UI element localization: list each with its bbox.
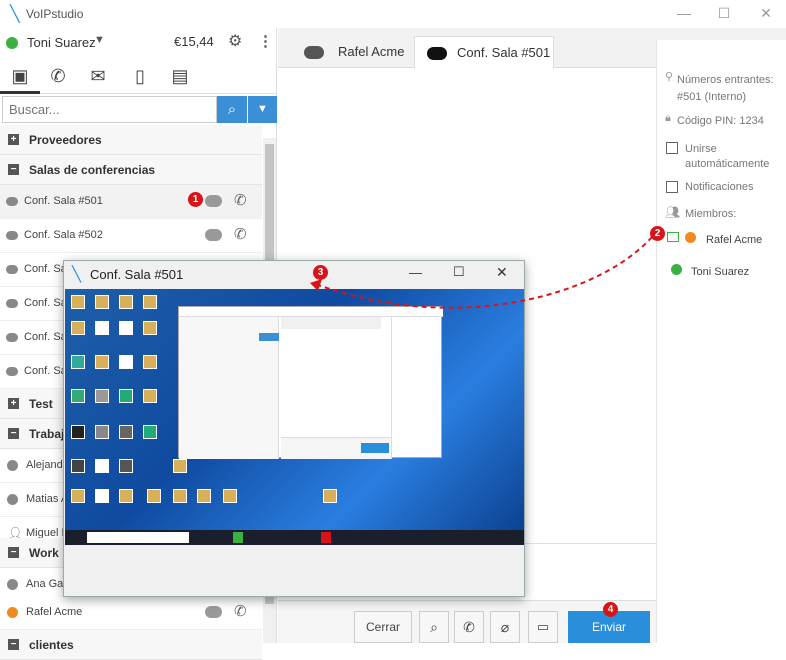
group-label: clientes	[29, 638, 74, 652]
auto-join-label: Unirse automáticamente	[685, 143, 770, 170]
step-badge-1: 1	[188, 192, 203, 207]
step-badge-3: 3	[313, 265, 328, 280]
list-item[interactable]: Conf. Sala #501 ✆	[0, 185, 262, 219]
user-name[interactable]: Toni Suarez	[27, 35, 96, 50]
step-badge-2: 2	[650, 226, 665, 241]
minimize-button[interactable]: —	[664, 2, 704, 24]
status-icon	[7, 494, 18, 505]
tab-rafel-acme[interactable]: Rafel Acme	[288, 36, 408, 68]
search-icon[interactable]: ⌕	[217, 96, 247, 123]
expand-icon: +	[8, 398, 19, 409]
popup-title: Conf. Sala #501	[90, 267, 184, 282]
balance: €15,44	[174, 34, 214, 49]
online-status-icon	[671, 264, 682, 275]
tab-label: Rafel Acme	[338, 44, 405, 59]
away-status-icon	[685, 232, 696, 243]
chat-bubble-icon	[6, 299, 18, 308]
status-icon	[7, 579, 18, 590]
attach-icon[interactable]: ⌀	[490, 611, 520, 643]
lock-icon: 🔒︎	[665, 112, 671, 124]
search-input[interactable]	[2, 96, 217, 123]
group-proveedores[interactable]: + Proveedores	[0, 125, 262, 155]
member-toni: Toni Suarez	[691, 266, 750, 278]
tab-conf-sala-501[interactable]: Conf. Sala #501	[414, 36, 554, 69]
members-label: Miembros:	[685, 208, 737, 220]
chat-bubble-icon	[6, 367, 18, 376]
close-window-button[interactable]: ✕	[746, 2, 786, 24]
group-label: Work	[29, 546, 59, 560]
chat-icon[interactable]	[205, 195, 222, 207]
pin-code: Código PIN: 1234	[677, 115, 764, 127]
mail-tab-icon[interactable]: ✉	[78, 58, 118, 94]
fax-tab-icon[interactable]: ▤	[160, 58, 200, 94]
chat-bubble-icon	[304, 46, 324, 59]
tab-label: Conf. Sala #501	[457, 45, 551, 60]
chat-icon[interactable]	[205, 229, 222, 241]
search-row: ⌕ ▼	[0, 95, 277, 125]
pin-location-icon: ⚲	[665, 71, 674, 83]
notifications-checkbox[interactable]	[666, 181, 678, 193]
info-panel: ⚲ Números entrantes: #501 (Interno) 🔒︎ C…	[656, 40, 786, 643]
more-options-icon[interactable]: ⋮	[258, 32, 273, 50]
room-name: Conf. Sala #502	[24, 229, 103, 241]
collapse-icon: −	[8, 428, 19, 439]
contact-name: Rafel Acme	[26, 606, 83, 618]
chat-bubble-icon	[6, 333, 18, 342]
phone-icon[interactable]: ✆	[454, 611, 484, 643]
chevron-down-icon[interactable]: ▼	[94, 34, 105, 46]
list-item[interactable]: Conf. Sala #502 ✆	[0, 219, 262, 253]
away-status-icon	[7, 607, 18, 618]
members-icon: 👥︎	[665, 205, 681, 219]
step-badge-4: 4	[603, 602, 618, 617]
close-button[interactable]: Cerrar	[354, 611, 412, 643]
chevron-down-icon[interactable]: ▼	[248, 96, 277, 123]
status-icon	[7, 460, 18, 471]
notifications-label: Notificaciones	[685, 181, 754, 193]
chat-bubble-icon	[6, 197, 18, 206]
auto-join-checkbox[interactable]	[666, 142, 678, 154]
gear-icon[interactable]: ⚙	[228, 31, 242, 51]
mobile-tab-icon[interactable]: ▯	[120, 58, 160, 94]
chat-bubble-icon	[6, 231, 18, 240]
phone-tab-icon[interactable]: ✆	[38, 58, 78, 94]
group-label: Salas de conferencias	[29, 163, 156, 177]
title-bar: ╲ VoIPstudio — ☐ ✕	[0, 0, 786, 28]
phone-icon[interactable]: ✆	[234, 225, 247, 243]
list-item[interactable]: Rafel Acme ✆	[0, 596, 262, 630]
phone-icon[interactable]: ✆	[234, 191, 247, 209]
app-logo-icon: ╲	[72, 266, 82, 283]
app-logo-icon: ╲	[10, 6, 20, 23]
screen-share-icon[interactable]: ▭	[528, 611, 558, 643]
collapse-icon: −	[8, 164, 19, 175]
incoming-label: Números entrantes:	[677, 74, 774, 86]
expand-icon: +	[8, 134, 19, 145]
group-clientes[interactable]: − clientes	[0, 630, 262, 660]
maximize-button[interactable]: ☐	[704, 2, 744, 24]
phone-icon[interactable]: ✆	[234, 602, 247, 620]
taskbar	[65, 530, 524, 545]
search-icon[interactable]: ⌕	[419, 611, 449, 643]
user-bar: Toni Suarez ▼ €15,44 ⚙ ⋮	[0, 28, 277, 56]
chat-icon[interactable]	[205, 606, 222, 618]
room-name: Conf. Sala #501	[24, 195, 103, 207]
online-status-icon	[6, 37, 18, 49]
contact-tabs: ▣ ✆ ✉ ▯ ▤	[0, 58, 277, 94]
collapse-icon: −	[8, 547, 19, 558]
collapse-icon: −	[8, 639, 19, 650]
contacts-tab-icon[interactable]: ▣	[0, 58, 40, 94]
incoming-value: #501 (Interno)	[677, 91, 747, 103]
member-rafel: Rafel Acme	[706, 234, 763, 246]
chat-bubble-icon	[427, 47, 447, 60]
group-label: Test	[29, 397, 53, 411]
group-salas[interactable]: − Salas de conferencias	[0, 155, 262, 185]
annotation-arrow	[310, 236, 653, 309]
monitor-icon	[667, 232, 679, 242]
contact-name: Matias A	[26, 493, 69, 505]
chat-bubble-icon	[6, 265, 18, 274]
group-label: Proveedores	[29, 133, 102, 147]
app-title: VoIPstudio	[26, 7, 84, 21]
